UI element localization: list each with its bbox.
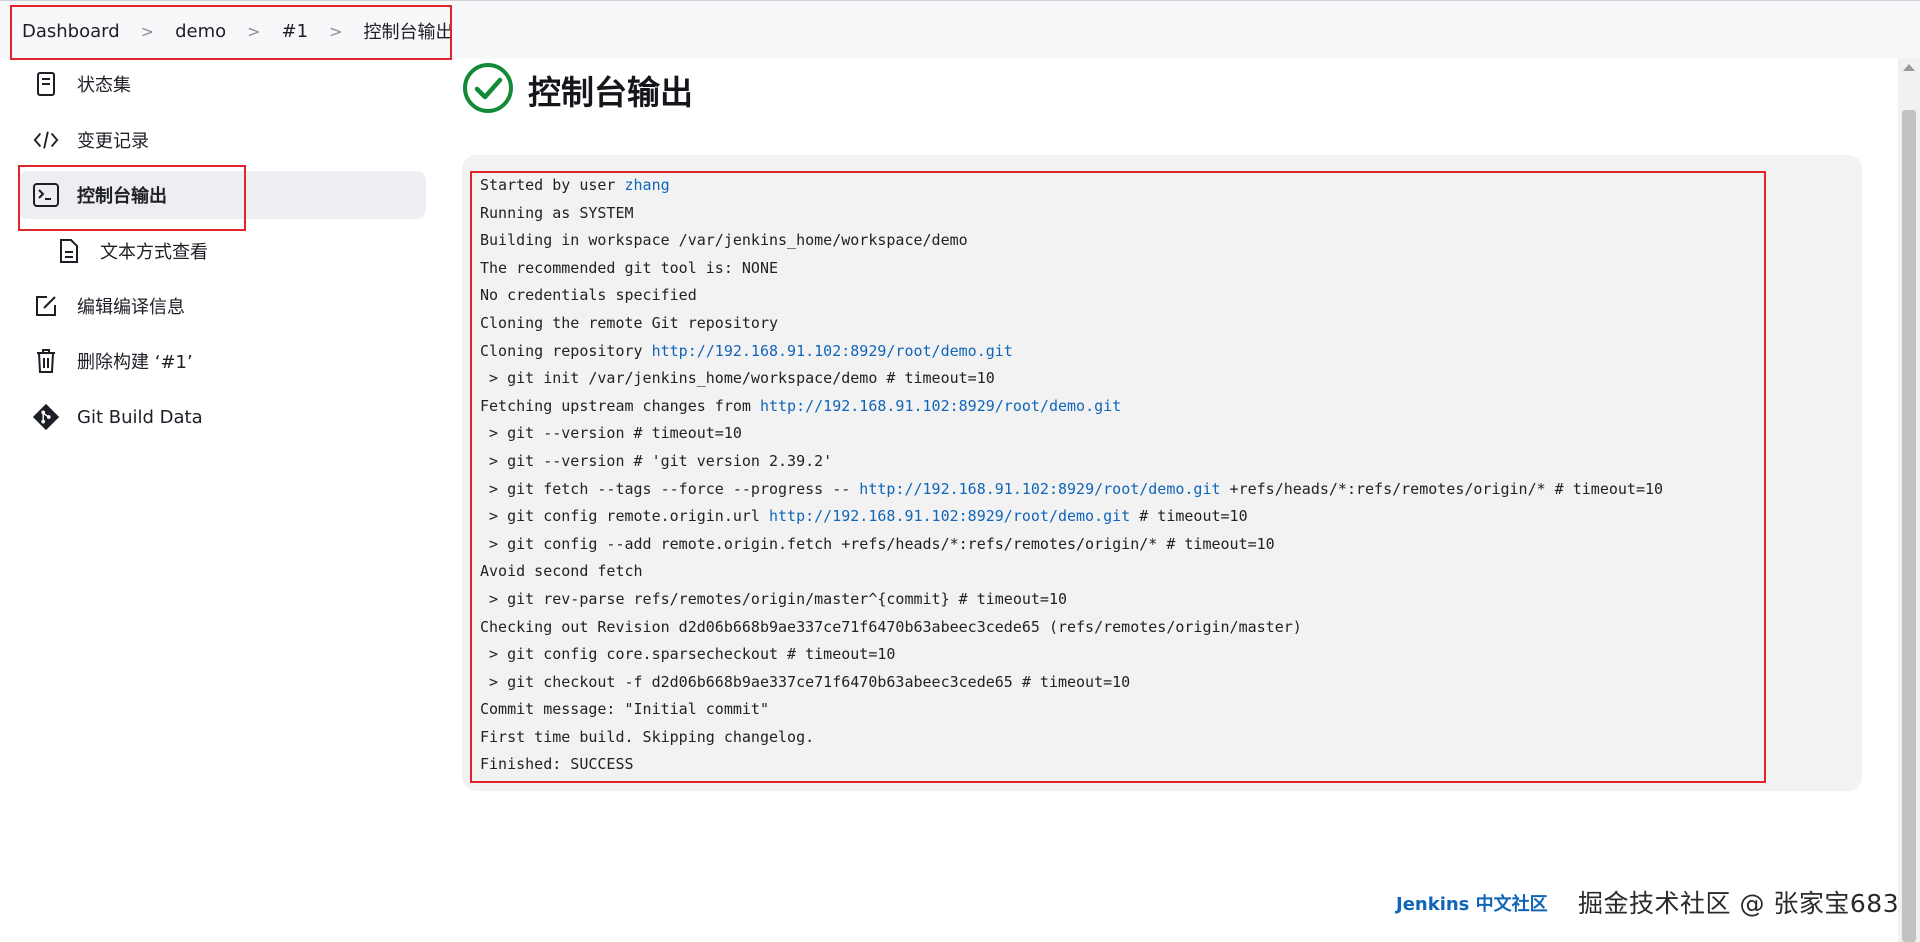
console-line: Cloning the remote Git repository [480, 310, 1760, 338]
console-line: Building in workspace /var/jenkins_home/… [480, 227, 1760, 255]
console-output: Started by user zhang Running as SYSTEM Bu… [480, 172, 1760, 779]
sidebar-item-label: 文本方式查看 [100, 242, 208, 263]
console-text: Checking out Revision d2d06b668b9ae337ce… [480, 617, 1302, 636]
top-bar: Dashboard > demo > #1 > 控制台输出 [0, 0, 1920, 59]
breadcrumb-build-1[interactable]: #1 [282, 21, 309, 42]
page-header: 控制台输出 [462, 62, 693, 118]
console-line: > git --version # timeout=10 [480, 420, 1760, 448]
console-line: Commit message: "Initial commit" [480, 696, 1760, 724]
breadcrumb: Dashboard > demo > #1 > 控制台输出 [22, 18, 453, 44]
console-line: > git init /var/jenkins_home/workspace/d… [480, 365, 1760, 393]
scroll-up-icon[interactable] [1903, 64, 1915, 71]
sidebar-item-label: 变更记录 [77, 131, 149, 152]
sidebar-item-label: Git Build Data [77, 406, 203, 428]
sidebar-item-view-as-text[interactable]: 文本方式查看 [18, 227, 426, 275]
document-icon [56, 238, 82, 264]
console-text: > git init /var/jenkins_home/workspace/d… [480, 369, 995, 388]
console-line: No credentials specified [480, 282, 1760, 310]
breadcrumb-console-output[interactable]: 控制台输出 [363, 18, 453, 44]
page-title: 控制台输出 [528, 73, 693, 112]
console-line: The recommended git tool is: NONE [480, 255, 1760, 283]
console-line: > git --version # 'git version 2.39.2' [480, 448, 1760, 476]
console-line: Checking out Revision d2d06b668b9ae337ce… [480, 614, 1760, 642]
console-line: Avoid second fetch [480, 558, 1760, 586]
console-text: > git fetch --tags --force --progress -- [480, 479, 860, 498]
console-line: First time build. Skipping changelog. [480, 724, 1760, 752]
sidebar-item-label: 删除构建 ‘#1’ [77, 352, 193, 373]
trash-icon [33, 348, 59, 374]
console-text: # timeout=10 [1130, 507, 1248, 526]
terminal-icon [33, 182, 59, 208]
console-line: Fetching upstream changes from http://19… [480, 393, 1760, 421]
chevron-right-icon: > [247, 21, 261, 41]
console-line: Running as SYSTEM [480, 200, 1760, 228]
git-icon [33, 403, 59, 431]
console-line: > git fetch --tags --force --progress --… [480, 476, 1760, 504]
console-text: First time build. Skipping changelog. [480, 727, 815, 746]
console-text: Avoid second fetch [480, 562, 643, 581]
watermark-text: 掘金技术社区 @ 张家宝6837 [1578, 889, 1916, 918]
sidebar-item-status[interactable]: 状态集 [18, 60, 426, 108]
console-text: Running as SYSTEM [480, 203, 634, 222]
console-text: +refs/heads/*:refs/remotes/origin/* # ti… [1220, 479, 1664, 498]
console-line: > git config remote.origin.url http://19… [480, 503, 1760, 531]
success-check-icon [462, 62, 514, 118]
console-line: > git checkout -f d2d06b668b9ae337ce71f6… [480, 669, 1760, 697]
code-icon [33, 127, 59, 153]
console-line: > git config core.sparsecheckout # timeo… [480, 641, 1760, 669]
console-link[interactable]: http://192.168.91.102:8929/root/demo.git [652, 342, 1013, 360]
breadcrumb-demo[interactable]: demo [175, 21, 226, 42]
console-text: > git config core.sparsecheckout # timeo… [480, 645, 896, 664]
console-text: Building in workspace /var/jenkins_home/… [480, 231, 968, 250]
console-link[interactable]: http://192.168.91.102:8929/root/demo.git [769, 507, 1130, 525]
console-text: Started by user [480, 176, 625, 194]
console-text: Commit message: "Initial commit" [480, 700, 769, 719]
console-text: > git rev-parse refs/remotes/origin/mast… [480, 589, 1067, 608]
console-link[interactable]: http://192.168.91.102:8929/root/demo.git [859, 480, 1220, 498]
edit-icon [33, 293, 59, 319]
sidebar-item-label: 编辑编译信息 [77, 297, 185, 318]
console-line: > git config --add remote.origin.fetch +… [480, 531, 1760, 559]
console-text: > git config remote.origin.url [480, 507, 769, 526]
jenkins-community-link[interactable]: Jenkins 中文社区 [1396, 890, 1548, 916]
console-text: Cloning repository [480, 341, 652, 360]
console-text: Finished: SUCCESS [480, 755, 634, 774]
breadcrumb-dashboard[interactable]: Dashboard [22, 21, 120, 42]
console-text: > git --version # 'git version 2.39.2' [480, 451, 833, 470]
console-text: Cloning the remote Git repository [480, 313, 779, 332]
console-link[interactable]: zhang [625, 176, 670, 194]
sidebar-item-label: 状态集 [77, 75, 131, 96]
console-line: Cloning repository http://192.168.91.102… [480, 338, 1760, 366]
console-line: Finished: SUCCESS [480, 751, 1760, 779]
console-text: > git --version # timeout=10 [480, 424, 742, 443]
sidebar-item-git-build-data[interactable]: Git Build Data [18, 393, 426, 441]
console-line: Started by user zhang [480, 172, 1760, 200]
console-text: The recommended git tool is: NONE [480, 258, 779, 277]
sidebar-item-label: 控制台输出 [77, 186, 167, 207]
scrollbar-thumb[interactable] [1902, 110, 1916, 942]
console-line: > git rev-parse refs/remotes/origin/mast… [480, 586, 1760, 614]
sidebar-item-edit-build-info[interactable]: 编辑编译信息 [18, 282, 426, 330]
chevron-right-icon: > [140, 21, 155, 41]
console-text: No credentials specified [480, 286, 697, 305]
sidebar-item-changes[interactable]: 变更记录 [18, 116, 426, 164]
status-icon [33, 71, 59, 97]
sidebar-item-console-output[interactable]: 控制台输出 [18, 171, 426, 219]
console-text: > git checkout -f d2d06b668b9ae337ce71f6… [480, 672, 1131, 691]
console-link[interactable]: http://192.168.91.102:8929/root/demo.git [760, 397, 1121, 415]
sidebar-item-delete-build[interactable]: 删除构建 ‘#1’ [18, 337, 426, 385]
console-text: > git config --add remote.origin.fetch +… [480, 534, 1275, 553]
chevron-right-icon: > [329, 21, 343, 41]
console-text: Fetching upstream changes from [480, 396, 760, 415]
